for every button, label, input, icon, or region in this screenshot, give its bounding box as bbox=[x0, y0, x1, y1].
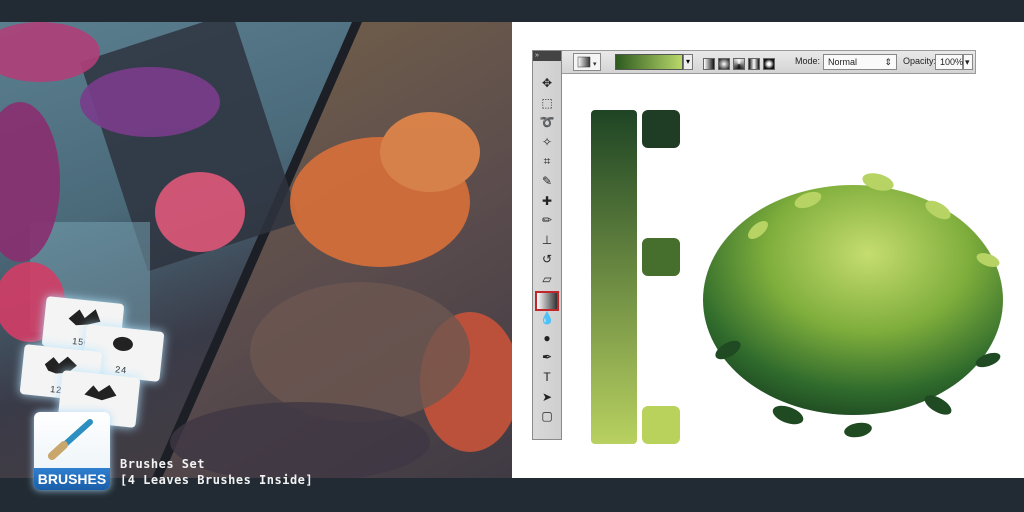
lasso-icon[interactable]: ➰ bbox=[537, 114, 557, 130]
linear-gradient-icon[interactable] bbox=[703, 57, 715, 70]
panel-collapse-icon[interactable]: » bbox=[533, 51, 561, 61]
gradient-preview-bar bbox=[591, 110, 637, 444]
angle-gradient-icon[interactable] bbox=[733, 57, 745, 70]
stamp-icon[interactable]: ⊥ bbox=[537, 232, 557, 248]
eyedropper-icon[interactable]: ✎ bbox=[537, 173, 557, 189]
paintbrush-icon bbox=[48, 419, 93, 460]
gradient-icon[interactable] bbox=[535, 290, 559, 311]
shape-icon[interactable]: ▢ bbox=[537, 408, 557, 424]
healing-icon[interactable]: ✚ bbox=[537, 193, 557, 209]
history-brush-icon[interactable]: ↺ bbox=[537, 251, 557, 267]
leaf-brush-icon bbox=[84, 385, 117, 401]
product-title-line1: Brushes Set bbox=[120, 457, 205, 471]
tool-preset-picker[interactable]: ▾ bbox=[573, 53, 601, 71]
color-swatch-dark[interactable] bbox=[642, 110, 680, 148]
mode-value: Normal bbox=[828, 57, 858, 67]
product-title-line2: [4 Leaves Brushes Inside] bbox=[120, 473, 314, 487]
opacity-dropdown-icon[interactable]: ▾ bbox=[963, 54, 973, 70]
opacity-field[interactable]: 100% bbox=[935, 54, 963, 70]
diamond-gradient-icon[interactable] bbox=[763, 57, 775, 70]
pen-icon[interactable]: ✒ bbox=[537, 349, 557, 365]
type-icon[interactable]: T bbox=[537, 369, 557, 385]
color-swatch-light[interactable] bbox=[642, 406, 680, 444]
brush-icon[interactable]: ✏ bbox=[537, 212, 557, 228]
leaf-brush-icon bbox=[112, 336, 133, 351]
tools-panel: » ✥ ⬚ ➰ ✧ ⌗ ✎ ✚ ✏ ⊥ ↺ ▱ 💧 ● ✒ T ➤ ▢ bbox=[532, 50, 562, 440]
gradient-picker[interactable] bbox=[615, 54, 683, 70]
chevron-down-icon: ⇕ bbox=[884, 57, 892, 67]
eraser-icon[interactable]: ▱ bbox=[537, 271, 557, 287]
brushes-label: BRUSHES bbox=[34, 468, 110, 490]
gradient-type-buttons bbox=[703, 55, 783, 71]
leaf-bush-illustration bbox=[703, 173, 1003, 438]
mode-select[interactable]: Normal ⇕ bbox=[823, 54, 897, 70]
opacity-value: 100% bbox=[940, 57, 964, 67]
gradient-dropdown-icon[interactable]: ▾ bbox=[683, 54, 693, 70]
opacity-label: Opacity: bbox=[903, 56, 937, 66]
path-select-icon[interactable]: ➤ bbox=[537, 389, 557, 405]
dodge-icon[interactable]: ● bbox=[537, 330, 557, 346]
move-icon[interactable]: ✥ bbox=[537, 75, 557, 91]
crop-icon[interactable]: ⌗ bbox=[537, 153, 557, 169]
mode-label: Mode: bbox=[795, 56, 821, 66]
blur-icon[interactable]: 💧 bbox=[537, 310, 557, 326]
color-swatch-mid[interactable] bbox=[642, 238, 680, 276]
svg-text:▾: ▾ bbox=[593, 61, 597, 68]
marquee-icon[interactable]: ⬚ bbox=[537, 95, 557, 111]
reflected-gradient-icon[interactable] bbox=[748, 57, 760, 70]
radial-gradient-icon[interactable] bbox=[718, 57, 730, 70]
gradient-options-bar: ▾ ▾ Mode: Normal ⇕ Opacity: 100% ▾ bbox=[532, 50, 976, 74]
brushes-product-icon: BRUSHES bbox=[34, 412, 110, 490]
quick-select-icon[interactable]: ✧ bbox=[537, 134, 557, 150]
product-title: Brushes Set [4 Leaves Brushes Inside] bbox=[120, 456, 313, 488]
